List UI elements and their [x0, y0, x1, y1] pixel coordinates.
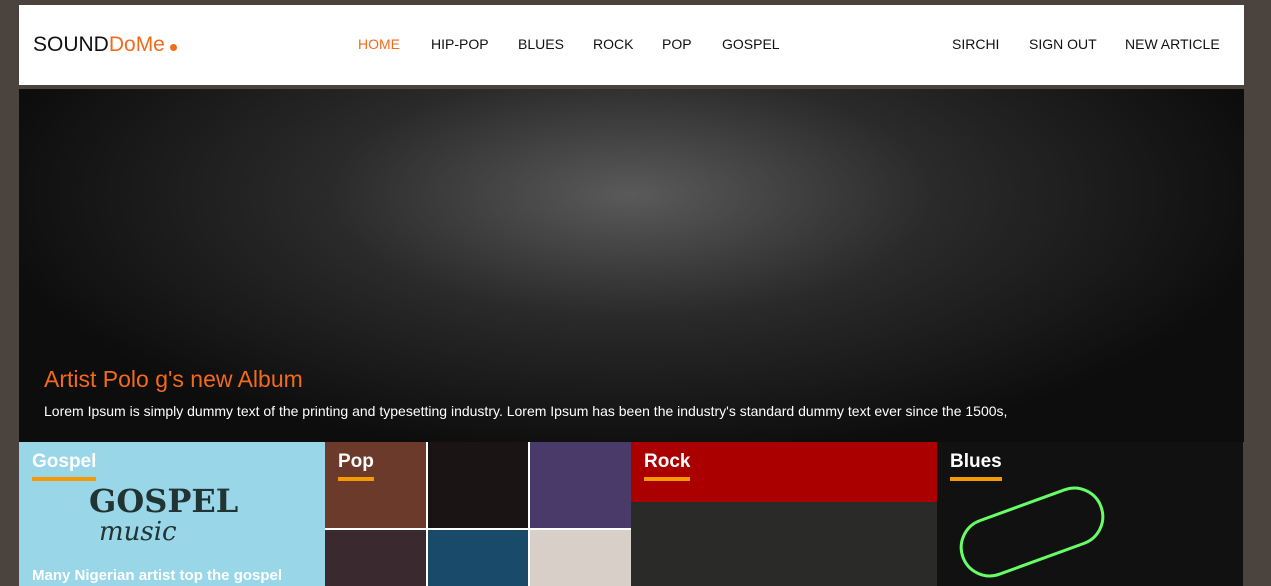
nav-search[interactable]: SIRCHI — [952, 36, 999, 52]
scrollbar[interactable] — [1256, 0, 1271, 586]
hero-banner[interactable]: Artist Polo g's new Album Lorem Ipsum is… — [19, 89, 1244, 442]
nav-rock[interactable]: ROCK — [593, 36, 633, 52]
card-title: Gospel — [32, 451, 97, 481]
top-navbar: SOUNDDoMe HOME HIP-POP BLUES ROCK POP GO… — [19, 5, 1244, 85]
nav-new-article[interactable]: NEW ARTICLE — [1125, 36, 1220, 52]
logo-accent: DoMe — [108, 33, 165, 56]
nav-gospel[interactable]: GOSPEL — [722, 36, 780, 52]
nav-hip-pop[interactable]: HIP-POP — [431, 36, 489, 52]
nav-pop[interactable]: POP — [662, 36, 692, 52]
nav-blues[interactable]: BLUES — [518, 36, 564, 52]
pop-artist-image — [530, 442, 631, 528]
category-card-gospel[interactable]: GOSPEL music Gospel Many Nigerian artist… — [19, 442, 325, 586]
logo-dot-icon — [169, 44, 177, 51]
pop-artist-image — [427, 442, 529, 528]
hero-title[interactable]: Artist Polo g's new Album — [44, 366, 303, 393]
neon-guitar-icon — [951, 478, 1113, 586]
gospel-art-title: GOSPEL — [89, 482, 239, 520]
card-title: Pop — [338, 451, 374, 481]
nav-home[interactable]: HOME — [358, 36, 400, 52]
rock-band-image — [631, 502, 937, 586]
hero-text: Lorem Ipsum is simply dummy text of the … — [44, 403, 1008, 419]
card-description: Many Nigerian artist top the gospel — [32, 567, 283, 584]
pop-artist-image — [530, 530, 631, 586]
pop-artist-image — [427, 530, 529, 586]
category-card-rock[interactable]: Rock — [631, 442, 937, 586]
logo[interactable]: SOUNDDoMe — [33, 33, 177, 57]
card-title: Blues — [950, 451, 1002, 481]
gospel-art-subtitle: music — [99, 517, 177, 547]
logo-text: SOUND — [33, 33, 109, 56]
category-card-blues[interactable]: Blues — [937, 442, 1243, 586]
card-title: Rock — [644, 451, 691, 481]
category-card-pop[interactable]: Pop — [325, 442, 631, 586]
pop-artist-image — [325, 530, 426, 586]
nav-sign-out[interactable]: SIGN OUT — [1029, 36, 1097, 52]
